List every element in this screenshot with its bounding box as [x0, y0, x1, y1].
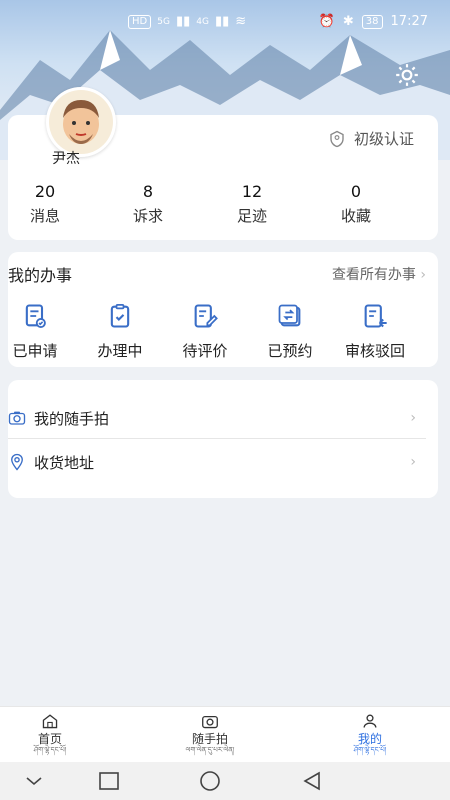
stat-value: 20 — [34, 182, 56, 201]
stat-footprints[interactable]: 12 足迹 — [212, 182, 292, 226]
shipping-address-row[interactable]: 收货地址 › — [8, 442, 426, 482]
services-title: 我的办事 — [8, 266, 73, 285]
calendar-sync-icon — [278, 304, 301, 327]
status-bar: HD 5G ▮▮ 4G ▮▮ ≋ ⏰ ✱ 38 17:27 — [0, 12, 450, 36]
edit-doc-icon — [194, 304, 218, 328]
home-circle-icon[interactable] — [198, 770, 222, 792]
back-triangle-icon[interactable] — [300, 770, 324, 792]
signal-bars-icon: ▮▮ — [175, 14, 191, 29]
menu-label: 我的随手拍 — [34, 409, 110, 428]
hd-badge: HD — [128, 14, 152, 29]
view-all-label: 查看所有办事 — [331, 267, 416, 283]
my-snapshots-row[interactable]: 我的随手拍 › — [8, 398, 426, 438]
tab-home[interactable]: 首页 ཤོག་ལྷེ་དང་པོ། — [0, 713, 115, 755]
service-to-review[interactable]: 待评价 — [165, 302, 245, 361]
bluetooth-icon: ✱ — [342, 14, 354, 29]
chevron-right-icon: › — [420, 267, 426, 283]
service-label: 办理中 — [97, 342, 143, 360]
camera-icon — [202, 715, 218, 729]
stat-appeals[interactable]: 8 诉求 — [108, 182, 188, 226]
avatar[interactable] — [46, 87, 116, 157]
recent-apps-icon[interactable] — [97, 770, 121, 792]
service-booked[interactable]: 已预约 — [250, 302, 330, 361]
tab-sublabel: ལག་ལེན་དུ་པར་ལེན། — [185, 746, 235, 754]
menu-label: 收货地址 — [34, 453, 95, 472]
bottom-tab-bar: 首页 ཤོག་ལྷེ་དང་པོ། 随手拍 ལག་ལེན་དུ་པར་ལེན། … — [0, 706, 450, 763]
tab-snapshot[interactable]: 随手拍 ལག་ལེན་དུ་པར་ལེན། — [145, 713, 275, 755]
stat-label: 诉求 — [132, 207, 163, 225]
location-icon — [11, 453, 23, 471]
service-rejected[interactable]: 审核驳回 — [335, 302, 415, 361]
wifi-icon: ≋ — [235, 14, 247, 29]
stat-value: 8 — [142, 182, 154, 201]
camera-icon — [8, 411, 26, 425]
system-nav-bar — [0, 762, 450, 800]
tab-label: 随手拍 — [191, 732, 228, 746]
signal-4g-label: 4G — [196, 16, 209, 27]
return-doc-icon — [364, 304, 387, 328]
service-processing[interactable]: 办理中 — [80, 302, 160, 361]
clipboard-check-icon — [110, 304, 130, 328]
alarm-icon: ⏰ — [318, 14, 335, 29]
stat-value: 12 — [241, 182, 263, 201]
tab-sublabel: ཤོག་ལྷེ་དང་པོ། — [33, 746, 67, 754]
tab-sublabel: ཤོག་ལྷེ་དང་པོ། — [353, 746, 387, 754]
user-icon — [363, 714, 377, 728]
service-label: 已预约 — [267, 342, 313, 360]
tab-label: 首页 — [37, 732, 62, 746]
service-applied[interactable]: 已申请 — [0, 302, 75, 361]
stat-value: 0 — [350, 182, 362, 201]
username: 尹杰 — [52, 151, 80, 167]
settings-gear-icon[interactable] — [394, 62, 420, 88]
stat-favorites[interactable]: 0 收藏 — [316, 182, 396, 226]
view-all-services-link[interactable]: 查看所有办事 › — [332, 264, 426, 284]
file-check-icon — [25, 304, 46, 329]
service-label: 审核驳回 — [344, 342, 405, 360]
stat-label: 足迹 — [236, 207, 267, 225]
service-label: 待评价 — [182, 342, 228, 360]
auth-level-label: 初级认证 — [353, 130, 414, 148]
divider — [8, 438, 426, 439]
battery-level: 38 — [361, 14, 383, 29]
tab-label: 我的 — [357, 732, 382, 746]
signal-5g-label: 5G — [157, 16, 170, 27]
stat-messages[interactable]: 20 消息 — [5, 182, 85, 226]
tab-mine[interactable]: 我的 ཤོག་ལྷེ་དང་པོ། — [305, 713, 435, 755]
shield-user-icon — [330, 130, 344, 147]
auth-level-button[interactable]: 初级认证 — [328, 128, 414, 149]
home-icon — [42, 714, 58, 729]
clock: 17:27 — [390, 14, 428, 29]
chevron-right-icon: › — [410, 410, 416, 426]
chevron-down-icon[interactable] — [22, 770, 46, 792]
stat-label: 收藏 — [340, 207, 371, 225]
chevron-right-icon: › — [410, 454, 416, 470]
service-label: 已申请 — [12, 342, 58, 360]
signal-bars-icon: ▮▮ — [214, 14, 230, 29]
stat-label: 消息 — [29, 207, 60, 225]
